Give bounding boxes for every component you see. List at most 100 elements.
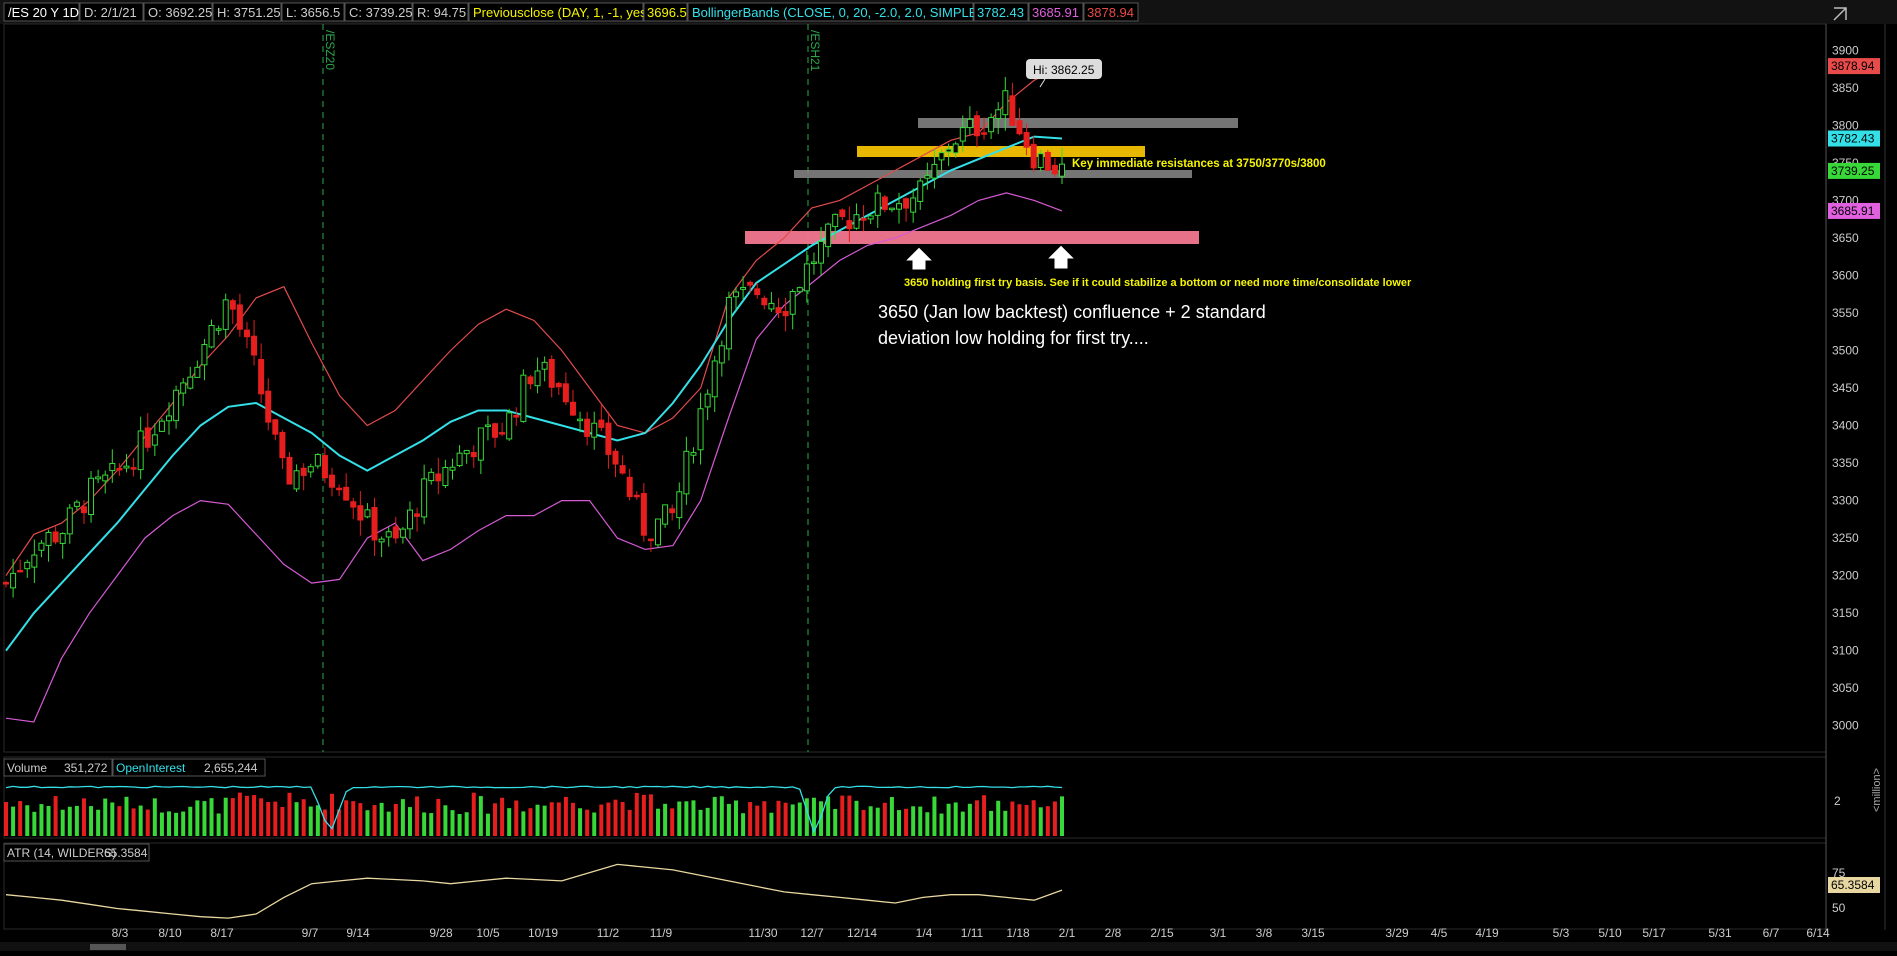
- candle: [626, 468, 633, 501]
- volume-bar: [599, 804, 604, 836]
- candle: [180, 378, 187, 407]
- candle: [1016, 108, 1023, 136]
- time-tick: 2/1: [1059, 926, 1076, 940]
- volume-bar: [748, 802, 753, 836]
- candle: [534, 357, 541, 394]
- volume-bar: [450, 810, 455, 836]
- open-value: O: 3692.25: [148, 5, 212, 20]
- candle: [229, 298, 236, 325]
- candle: [647, 538, 654, 552]
- price-tick: 3250: [1832, 531, 1859, 545]
- price-tick: 3650: [1832, 231, 1859, 245]
- volume-bar: [81, 798, 86, 836]
- candle: [853, 203, 860, 230]
- atr-header: ATR (14, WILDERS) 65.3584: [3, 843, 150, 862]
- volume-bar: [280, 806, 285, 836]
- candle: [88, 471, 95, 523]
- header-bar: /ES 20 Y 1D D: 2/1/21 O: 3692.25 H: 3751…: [0, 0, 1897, 24]
- candle: [194, 360, 201, 378]
- candle: [166, 402, 173, 435]
- volume-bar: [585, 809, 590, 836]
- time-tick: 11/9: [650, 926, 673, 940]
- volume-bar: [911, 806, 916, 836]
- volume-bar: [613, 799, 618, 836]
- volume-bar: [32, 811, 37, 836]
- price-panel: [3, 23, 1827, 753]
- volume-bar: [989, 810, 994, 836]
- candle: [59, 532, 66, 559]
- candle: [357, 491, 364, 536]
- candle: [725, 291, 732, 361]
- volume-bar: [464, 812, 469, 836]
- resistance-note: Key immediate resistances at 3750/3770s/…: [1072, 158, 1326, 170]
- bollinger-bands: [5, 65, 1063, 723]
- candle: [598, 404, 605, 432]
- symbol-label[interactable]: /ES 20 Y 1D: [8, 5, 79, 20]
- candle: [569, 389, 576, 417]
- bb-lower-line: [5, 192, 1063, 723]
- contract-marker-z20: /ESZ20: [323, 30, 337, 70]
- volume-bar: [1045, 806, 1050, 836]
- volume-bar: [528, 808, 533, 836]
- atr-value: 65.3584: [104, 846, 148, 860]
- atr-tick-50: 50: [1832, 901, 1846, 915]
- volume-bar: [925, 812, 930, 836]
- volume-bar: [797, 802, 802, 836]
- candle: [619, 455, 626, 475]
- volume-value: 351,272: [64, 761, 108, 775]
- candle: [640, 483, 647, 542]
- candle: [761, 295, 768, 310]
- high-label: Hi: 3862.25: [1026, 59, 1102, 88]
- time-tick: 9/28: [429, 926, 453, 940]
- volume-bar: [400, 799, 405, 836]
- time-tick: 1/11: [961, 926, 984, 940]
- volume-bar: [741, 813, 746, 836]
- volume-bar: [429, 813, 434, 836]
- volume-bar: [1017, 804, 1022, 836]
- main-note-line1: 3650 (Jan low backtest) confluence + 2 s…: [878, 302, 1266, 322]
- candle: [215, 325, 222, 336]
- candle: [669, 504, 676, 521]
- candle: [484, 415, 491, 441]
- price-badge-label: 3878.94: [1831, 59, 1875, 73]
- candle: [839, 208, 846, 221]
- volume-bar: [982, 795, 987, 836]
- candle: [456, 445, 463, 468]
- volume-bar: [939, 813, 944, 836]
- volume-bar: [769, 812, 774, 836]
- volume-bar: [726, 803, 731, 836]
- volume-bar: [656, 808, 661, 836]
- candle: [421, 464, 428, 525]
- chart-window[interactable]: /ES 20 Y 1D D: 2/1/21 O: 3692.25 H: 3751…: [0, 0, 1897, 951]
- volume-bar: [542, 805, 547, 836]
- volume-bar: [237, 792, 242, 836]
- volume-bar: [252, 795, 257, 836]
- candle: [130, 457, 137, 477]
- oi-label: OpenInterest: [116, 761, 186, 775]
- volume-bar: [1038, 807, 1043, 836]
- candle: [612, 448, 619, 478]
- price-chart[interactable]: /ES 20 Y 1D D: 2/1/21 O: 3692.25 H: 3751…: [0, 0, 1897, 951]
- atr-line: [5, 863, 1063, 919]
- volume-bar: [733, 800, 738, 836]
- bb-label[interactable]: BollingerBands (CLOSE, 0, 20, -2.0, 2.0,…: [692, 5, 982, 20]
- candle: [392, 516, 399, 544]
- time-tick: 9/7: [302, 926, 319, 940]
- price-axis[interactable]: 3900385038003750370036503600355035003450…: [1828, 43, 1880, 733]
- prevclose-label[interactable]: Previousclose (DAY, 1, -1, yes): [473, 5, 651, 20]
- volume-bar: [244, 795, 249, 836]
- bb-middle-line: [5, 135, 1063, 652]
- candle: [336, 484, 343, 497]
- time-axis[interactable]: 8/3 8/10 8/17 9/7 9/14 9/28 10/5 10/19 11/2 11/9 1…: [112, 926, 1830, 940]
- candle: [605, 411, 612, 469]
- candle: [499, 422, 506, 437]
- time-tick: 4/19: [1475, 926, 1499, 940]
- volume-bar: [330, 793, 335, 836]
- candle: [463, 449, 470, 464]
- oi-value: 2,655,244: [204, 761, 258, 775]
- candle: [1051, 158, 1058, 177]
- volume-bar: [485, 813, 490, 836]
- candle: [562, 372, 569, 406]
- horizontal-scrollbar-thumb[interactable]: [90, 944, 126, 950]
- up-arrow-icon: [903, 246, 935, 271]
